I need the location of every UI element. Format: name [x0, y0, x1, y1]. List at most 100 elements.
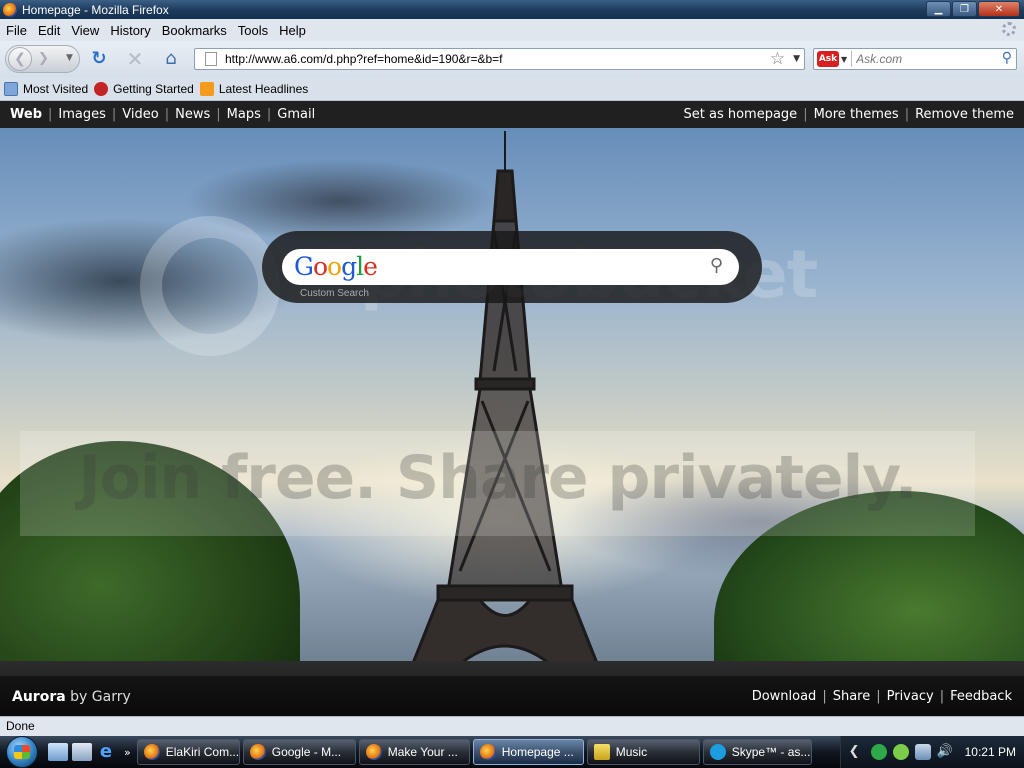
search-icon[interactable]: ⚲: [1002, 50, 1012, 66]
search-input[interactable]: [856, 52, 997, 66]
watermark-ring-icon: [140, 216, 280, 356]
share-link[interactable]: Share: [833, 689, 871, 704]
nav-separator: |: [803, 107, 808, 122]
url-dropdown-icon[interactable]: ▼: [793, 54, 800, 64]
feedback-link[interactable]: Feedback: [950, 689, 1012, 704]
privacy-link[interactable]: Privacy: [887, 689, 934, 704]
nav-video[interactable]: Video: [122, 107, 158, 122]
google-search-icon[interactable]: ⚲: [710, 255, 723, 276]
menu-history[interactable]: History: [110, 23, 150, 38]
nav-separator: |: [48, 107, 53, 122]
set-as-homepage-link[interactable]: Set as homepage: [684, 107, 798, 122]
remove-theme-link[interactable]: Remove theme: [915, 107, 1014, 122]
nav-images[interactable]: Images: [58, 107, 106, 122]
internet-explorer-icon[interactable]: e: [96, 743, 116, 761]
nav-separator: |: [164, 107, 170, 122]
task-google[interactable]: Google - M...: [242, 739, 356, 765]
volume-icon[interactable]: 🔊: [937, 744, 953, 760]
menu-bookmarks[interactable]: Bookmarks: [162, 23, 227, 38]
throbber-icon: [1002, 22, 1016, 36]
forward-button[interactable]: ❯: [38, 51, 49, 66]
ask-engine-icon[interactable]: Ask: [817, 51, 839, 67]
bookmark-label: Getting Started: [113, 81, 194, 96]
more-themes-link[interactable]: More themes: [814, 107, 899, 122]
status-text: Done: [6, 719, 35, 733]
reload-button[interactable]: ↻: [88, 49, 110, 69]
bookmarks-toolbar: Most Visited Getting Started Latest Head…: [0, 77, 1024, 101]
tray-check-icon[interactable]: [892, 744, 909, 760]
back-button[interactable]: ❮: [8, 47, 32, 71]
menu-edit[interactable]: Edit: [38, 23, 60, 38]
tray-app-icon[interactable]: [870, 744, 887, 760]
switch-windows-icon[interactable]: [72, 743, 92, 761]
menu-help[interactable]: Help: [279, 23, 306, 38]
back-forward-group: ❮ ❯ ▼: [5, 45, 80, 73]
url-text[interactable]: http://www.a6.com/d.php?ref=home&id=190&…: [225, 52, 770, 66]
nav-separator: |: [266, 107, 272, 122]
firefox-icon: [143, 744, 160, 760]
link-separator: |: [876, 689, 881, 704]
network-icon[interactable]: [914, 744, 931, 760]
google-search-box[interactable]: Google ⚲: [282, 249, 739, 285]
eiffel-tower-image: [400, 131, 610, 691]
bookmark-latest-headlines[interactable]: Latest Headlines: [199, 81, 309, 96]
task-make-your[interactable]: Make Your ...: [358, 739, 470, 765]
google-logo: Google: [294, 252, 378, 281]
window-titlebar: Homepage - Mozilla Firefox ▁ ❐ ✕: [0, 0, 1024, 19]
clock[interactable]: 10:21 PM: [965, 745, 1016, 759]
task-label: Music: [615, 745, 648, 759]
window-title: Homepage - Mozilla Firefox: [22, 2, 169, 17]
skype-icon: [709, 744, 726, 760]
nav-maps[interactable]: Maps: [227, 107, 261, 122]
maximize-button[interactable]: ❐: [952, 1, 977, 17]
home-button[interactable]: ⌂: [160, 49, 182, 69]
download-link[interactable]: Download: [752, 689, 817, 704]
search-bar[interactable]: Ask ▼ ⚲: [813, 48, 1017, 70]
bookmark-star-icon[interactable]: ☆: [770, 49, 785, 69]
google-top-nav: Web | Images | Video | News | Maps | Gma…: [0, 101, 1024, 128]
nav-web[interactable]: Web: [10, 107, 42, 122]
google-search-input[interactable]: [387, 257, 687, 273]
menu-bar: File Edit View History Bookmarks Tools H…: [0, 19, 1024, 41]
custom-search-label: Custom Search: [300, 288, 369, 299]
nav-separator: |: [904, 107, 910, 122]
task-label: ElaKiri Com...: [165, 745, 240, 759]
menu-view[interactable]: View: [71, 23, 99, 38]
link-separator: |: [822, 689, 827, 704]
theme-name[interactable]: Aurora: [12, 689, 66, 705]
tray-expand-icon[interactable]: ❮: [849, 744, 865, 760]
task-label: Make Your ...: [387, 745, 458, 759]
task-elakiri[interactable]: ElaKiri Com...: [136, 739, 240, 765]
firefox-icon: [365, 744, 382, 760]
stop-button[interactable]: ✕: [124, 49, 146, 69]
quicklaunch-more-icon[interactable]: »: [124, 746, 131, 759]
bookmark-label: Latest Headlines: [218, 81, 309, 96]
window-controls: ▁ ❐ ✕: [926, 1, 1020, 17]
start-button[interactable]: [0, 736, 44, 768]
navigation-toolbar: ❮ ❯ ▼ ↻ ✕ ⌂ http://www.a6.com/d.php?ref=…: [0, 41, 1024, 77]
history-dropdown-icon[interactable]: ▼: [66, 53, 73, 63]
menu-tools[interactable]: Tools: [238, 23, 268, 38]
task-music[interactable]: Music: [586, 739, 700, 765]
system-tray: ❮ 🔊 10:21 PM: [839, 736, 1024, 768]
theme-credit: Aurora by Garry: [12, 689, 131, 705]
minimize-button[interactable]: ▁: [926, 1, 951, 17]
watermark-band: Join free. Share privately.: [20, 431, 975, 536]
google-search-widget: Google ⚲ Custom Search: [262, 231, 762, 303]
most-visited-icon: [4, 81, 18, 96]
show-desktop-icon[interactable]: [48, 743, 68, 761]
url-bar[interactable]: http://www.a6.com/d.php?ref=home&id=190&…: [194, 48, 805, 70]
task-skype[interactable]: Skype™ - as...: [702, 739, 812, 765]
task-label: Homepage ...: [501, 745, 574, 759]
nav-gmail[interactable]: Gmail: [277, 107, 315, 122]
task-homepage[interactable]: Homepage ...: [472, 739, 584, 765]
engine-dropdown-icon[interactable]: ▼: [841, 55, 847, 64]
theme-author[interactable]: by Garry: [70, 689, 131, 705]
getting-started-icon: [94, 81, 109, 96]
firefox-icon: [249, 744, 266, 760]
close-button[interactable]: ✕: [978, 1, 1020, 17]
nav-news[interactable]: News: [175, 107, 210, 122]
bookmark-most-visited[interactable]: Most Visited: [4, 81, 88, 96]
menu-file[interactable]: File: [6, 23, 27, 38]
bookmark-getting-started[interactable]: Getting Started: [94, 81, 194, 96]
